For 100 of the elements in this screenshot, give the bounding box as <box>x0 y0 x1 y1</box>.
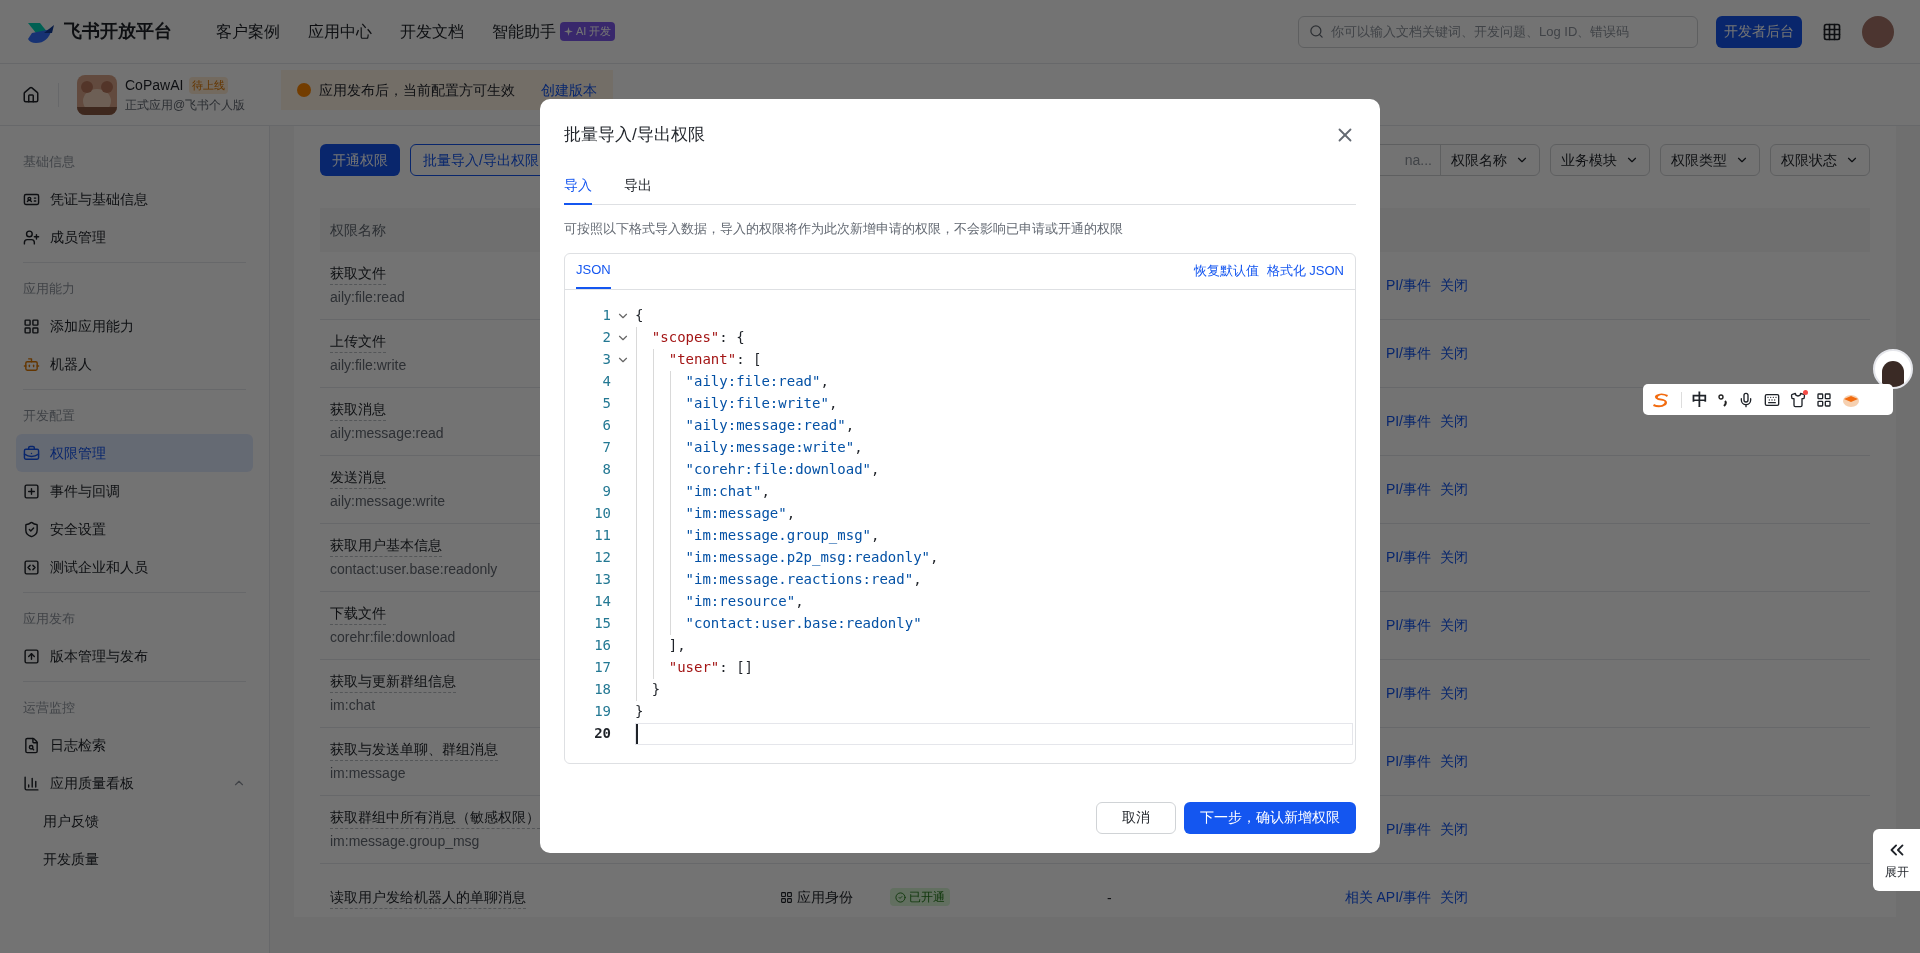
check-icon <box>895 891 906 903</box>
sidebar-item[interactable]: 权限管理 <box>16 434 253 472</box>
permission-scope: aily:file:write <box>330 356 407 375</box>
close-permission-link[interactable]: 关闭 <box>1440 411 1468 432</box>
line-number: 2 <box>601 328 611 347</box>
nav-link[interactable]: 智能助手 <box>492 19 556 44</box>
code-line: "im:message.p2p_msg:readonly", <box>684 548 939 568</box>
filter-dropdown[interactable]: 业务模块 <box>1550 144 1650 176</box>
console-button[interactable]: 开发者后台 <box>1716 15 1802 48</box>
bar-chart-icon <box>23 774 40 792</box>
editor-tab[interactable]: JSON <box>576 253 611 289</box>
notice-text: 应用发布后，当前配置方可生效 <box>319 80 516 100</box>
nav-link[interactable]: 客户案例 <box>216 19 280 44</box>
briefcase-icon <box>23 444 40 462</box>
confirm-button[interactable]: 下一步，确认新增权限 <box>1184 801 1356 834</box>
ai-badge: AI 开发 <box>560 22 616 41</box>
punctuation-icon[interactable] <box>1718 392 1728 407</box>
expand-panel-button[interactable]: 展开 <box>1873 829 1920 891</box>
sidebar-item[interactable]: 安全设置 <box>16 510 253 548</box>
filter-dropdown[interactable]: 权限名称 <box>1441 145 1539 175</box>
code-line: "scopes": { <box>650 328 745 347</box>
permission-name: 上传文件 <box>330 331 386 353</box>
api-link[interactable]: PI/事件 <box>1385 411 1431 432</box>
api-link[interactable]: PI/事件 <box>1385 751 1431 772</box>
permission-name: 读取用户发给机器人的单聊消息 <box>330 886 526 909</box>
code-line: "contact:user.base:readonly" <box>684 614 922 633</box>
sidebar-subitem[interactable]: 用户反馈 <box>16 802 253 840</box>
user-add-icon <box>23 228 40 246</box>
api-link[interactable]: 相关 API/事件 <box>1344 887 1431 908</box>
permission-name: 获取用户基本信息 <box>330 535 442 557</box>
line-number: 15 <box>593 614 611 633</box>
close-permission-link[interactable]: 关闭 <box>1440 887 1468 908</box>
sidebar-item[interactable]: 版本管理与发布 <box>16 637 253 675</box>
grid-icon[interactable] <box>1816 391 1832 408</box>
sidebar-item[interactable]: 成员管理 <box>16 218 253 256</box>
sidebar-item[interactable]: 事件与回调 <box>16 472 253 510</box>
sidebar-item[interactable]: 日志检索 <box>16 726 253 764</box>
code-line: } <box>650 680 661 699</box>
close-permission-link[interactable]: 关闭 <box>1440 547 1468 568</box>
api-link[interactable]: PI/事件 <box>1385 819 1431 840</box>
close-permission-link[interactable]: 关闭 <box>1440 683 1468 704</box>
api-link[interactable]: PI/事件 <box>1385 547 1431 568</box>
code-line: "im:chat", <box>684 482 770 501</box>
code-line: "im:message", <box>684 504 796 523</box>
home-icon[interactable] <box>22 85 40 104</box>
close-permission-link[interactable]: 关闭 <box>1440 751 1468 772</box>
close-permission-link[interactable]: 关闭 <box>1440 819 1468 840</box>
close-permission-link[interactable]: 关闭 <box>1440 343 1468 364</box>
code-line: } <box>635 702 644 721</box>
ime-logo-icon[interactable] <box>1651 391 1671 408</box>
app-type: 正式应用@飞书个人版 <box>125 97 246 114</box>
close-permission-link[interactable]: 关闭 <box>1440 275 1468 296</box>
apps-grid-icon[interactable] <box>1822 21 1842 42</box>
filter-dropdown[interactable]: 权限状态 <box>1770 144 1870 176</box>
permission-name: 获取与更新群组信息 <box>330 671 456 693</box>
dialog-tab[interactable]: 导出 <box>624 167 652 205</box>
api-link[interactable]: PI/事件 <box>1385 683 1431 704</box>
code-line: "im:message.group_msg", <box>684 526 880 546</box>
editor-action-link[interactable]: 格式化 JSON <box>1266 261 1344 281</box>
api-link[interactable]: PI/事件 <box>1385 615 1431 636</box>
close-permission-link[interactable]: 关闭 <box>1440 479 1468 500</box>
api-link[interactable]: PI/事件 <box>1385 343 1431 364</box>
code-line: "aily:file:write", <box>684 394 838 413</box>
user-avatar[interactable] <box>1862 15 1894 48</box>
code-line: "user": [] <box>667 658 753 677</box>
input-mode-toggle[interactable]: 中 <box>1692 387 1708 412</box>
sidebar-item[interactable]: 机器人 <box>16 345 253 383</box>
filter-dropdown[interactable]: 权限类型 <box>1660 144 1760 176</box>
line-number: 4 <box>601 372 611 391</box>
line-number: 10 <box>593 504 611 523</box>
permission-name: 获取与发送单聊、群组消息 <box>330 739 498 761</box>
code-icon <box>23 558 40 576</box>
sidebar-item[interactable]: 应用质量看板 <box>16 764 253 802</box>
line-number: 8 <box>601 460 611 479</box>
sidebar-item[interactable]: 测试企业和人员 <box>16 548 253 586</box>
dialog-tab[interactable]: 导入 <box>564 167 592 205</box>
api-link[interactable]: PI/事件 <box>1385 479 1431 500</box>
app-name: CoPawAI <box>125 76 184 95</box>
nav-link[interactable]: 开发文档 <box>400 19 464 44</box>
microphone-icon[interactable] <box>1738 391 1754 408</box>
permission-scope: im:message.group_msg <box>330 832 480 851</box>
cancel-button[interactable]: 取消 <box>1096 801 1176 834</box>
permission-name: 获取文件 <box>330 263 386 285</box>
close-permission-link[interactable]: 关闭 <box>1440 615 1468 636</box>
grid-icon <box>23 317 40 335</box>
create-version-link[interactable]: 创建版本 <box>541 79 598 101</box>
shirt-icon[interactable] <box>1790 391 1806 408</box>
code-line: "im:resource", <box>684 592 804 611</box>
permission-name: 下载文件 <box>330 603 386 625</box>
line-number: 16 <box>593 636 611 655</box>
sidebar-item[interactable]: 凭证与基础信息 <box>16 180 253 218</box>
permission-scope: im:chat <box>330 696 376 715</box>
nav-link[interactable]: 应用中心 <box>308 19 372 44</box>
keyboard-icon[interactable] <box>1764 391 1780 408</box>
sidebar-item[interactable]: 添加应用能力 <box>16 307 253 345</box>
editor-action-link[interactable]: 恢复默认值 <box>1193 261 1259 281</box>
api-link[interactable]: PI/事件 <box>1385 275 1431 296</box>
enable-permission-button[interactable]: 开通权限 <box>320 144 400 176</box>
line-number: 13 <box>593 570 611 589</box>
sidebar-subitem[interactable]: 开发质量 <box>16 840 253 878</box>
